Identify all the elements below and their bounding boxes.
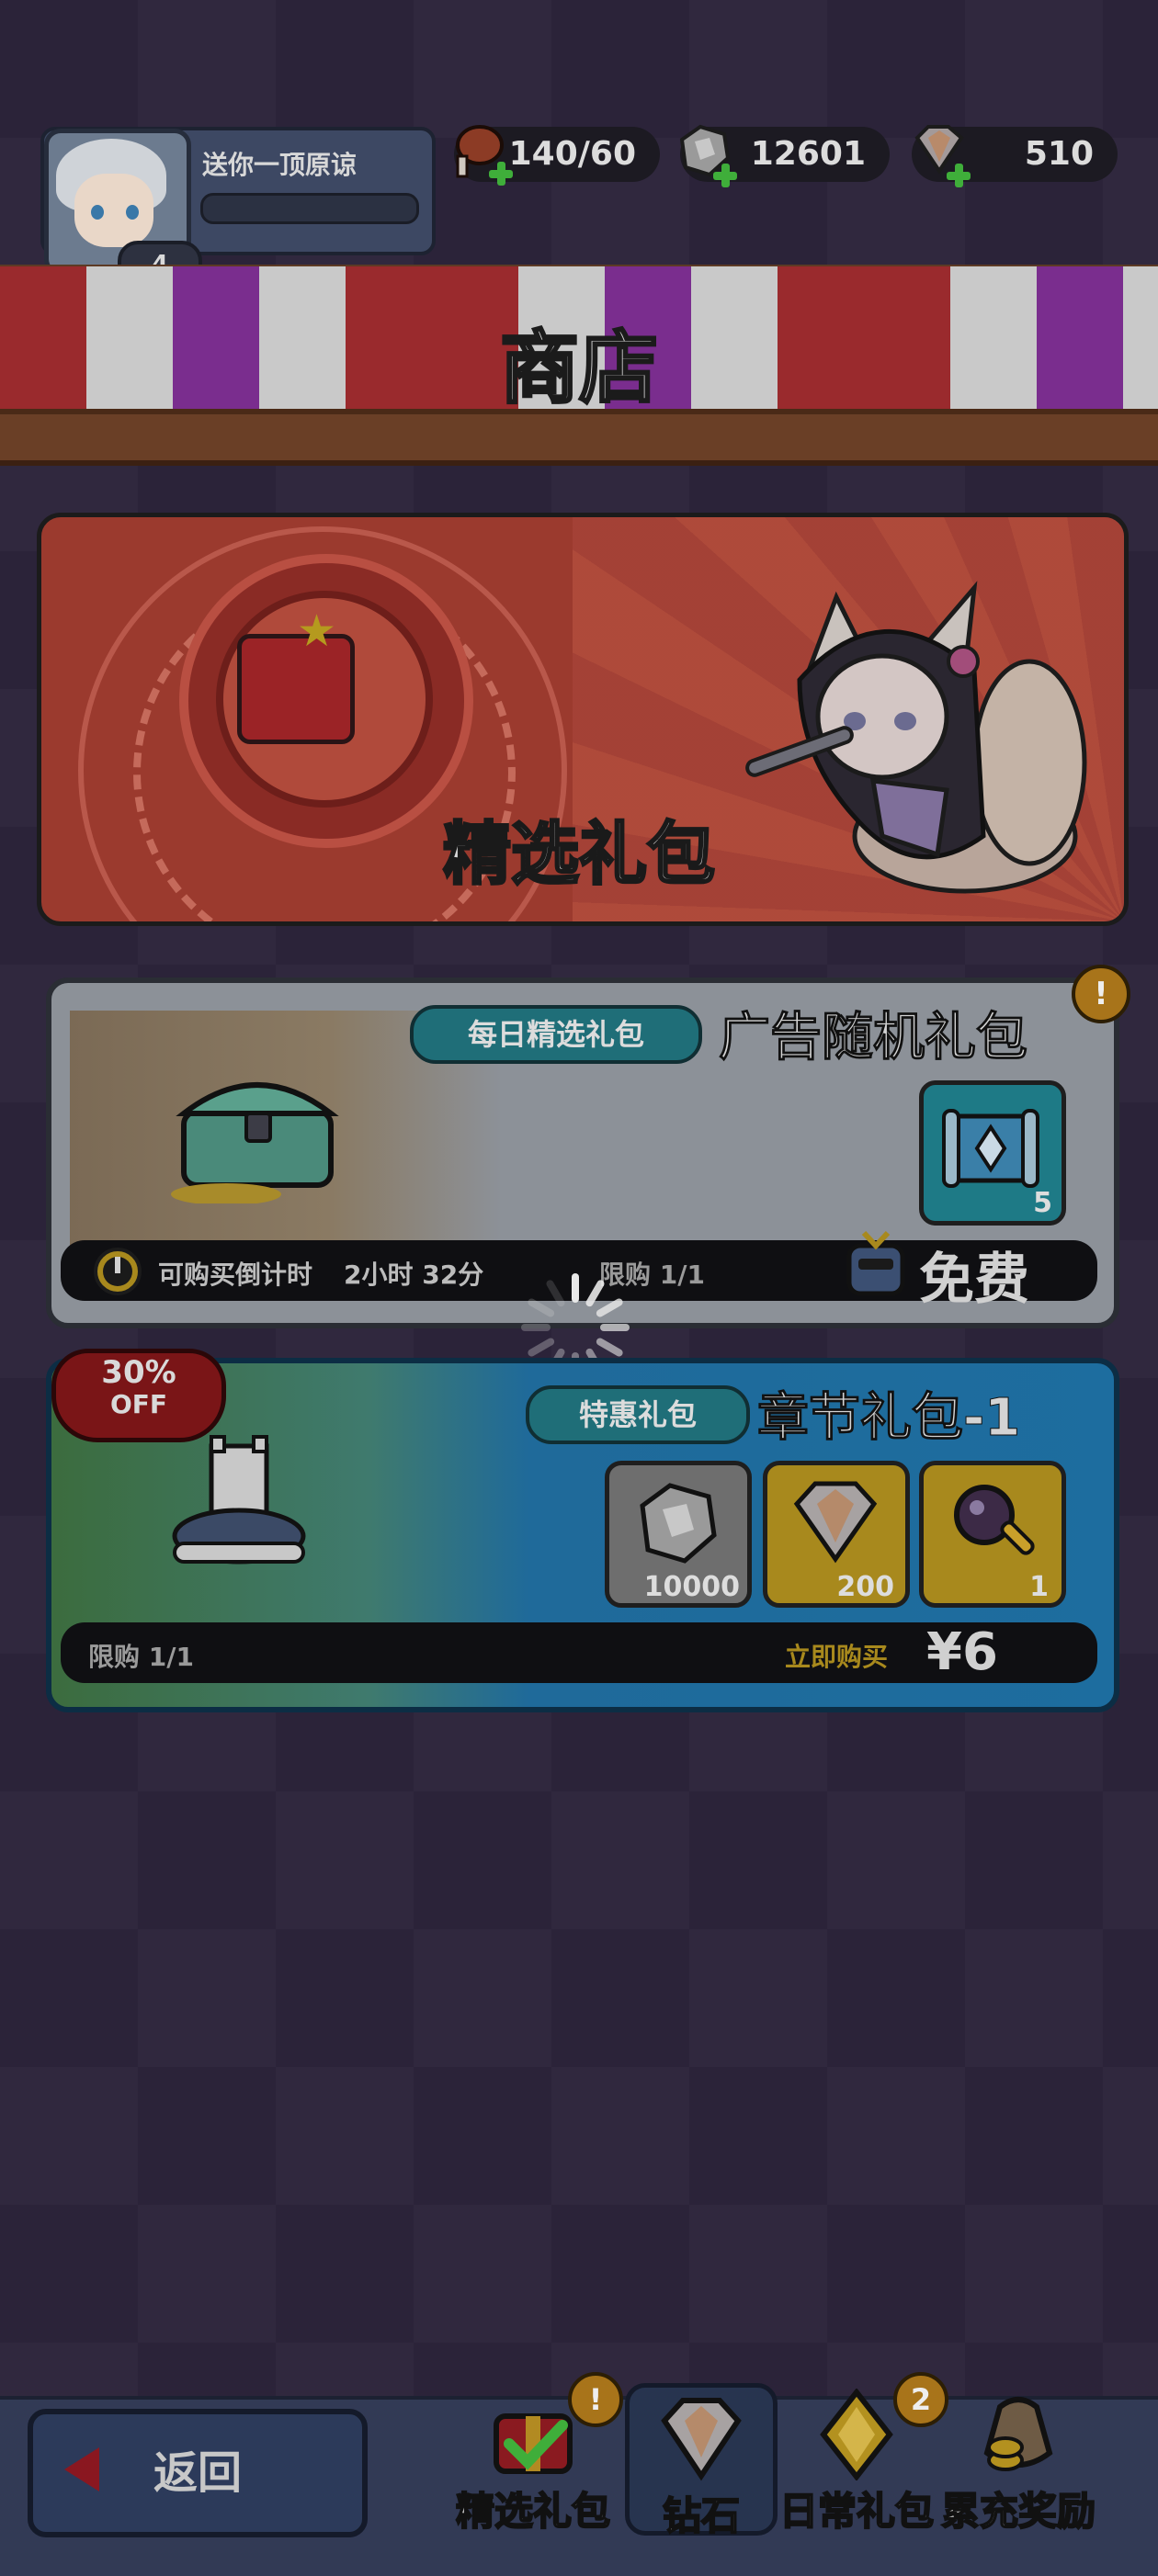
page-title: 商店 [499, 322, 660, 416]
buy-now-label[interactable]: 立即购买 [785, 1637, 888, 1674]
coin-bag-icon [983, 2397, 1053, 2471]
chapter-pack-title: 章节礼包-1 [756, 1388, 1021, 1449]
tab-cumulative-recharge-label: 累充奖励 [940, 2488, 1096, 2535]
chapter-item-diamond[interactable]: 200 [763, 1461, 910, 1608]
timer-icon [94, 1248, 142, 1295]
magnifier-key-icon [954, 1485, 1035, 1555]
back-button[interactable]: 返回 [28, 2409, 368, 2537]
silver-value: 12601 [750, 135, 866, 173]
diamond-count: 200 [836, 1571, 894, 1603]
player-name: 送你一顶原谅 [202, 150, 358, 180]
chapter-item-silver[interactable]: 10000 [605, 1461, 752, 1608]
gift-check-icon [494, 2413, 573, 2474]
ad-pack-free-button[interactable]: 免费 [919, 1235, 1029, 1315]
countdown-value: 2小时 32分 [344, 1260, 484, 1290]
tab-diamond[interactable]: 钻石 [625, 2383, 778, 2539]
magnifier-count: 1 [1029, 1571, 1049, 1603]
resource-meat[interactable]: 140/60 [454, 125, 660, 186]
meat-value: 140/60 [508, 135, 636, 173]
tab-cumulative-recharge[interactable]: 累充奖励 [940, 2383, 1096, 2535]
red-gift-chest-icon: ★ [237, 605, 355, 744]
discount-badge: 30% OFF [51, 1349, 226, 1442]
add-diamond-icon[interactable] [945, 162, 972, 189]
resource-diamond[interactable]: 510 [912, 125, 1118, 187]
diamond-icon [793, 1481, 878, 1564]
diamond-icon [661, 2398, 742, 2481]
ad-tv-icon [846, 1230, 905, 1296]
ad-pack-title: 广告随机礼包 [719, 1008, 1028, 1068]
back-label: 返回 [153, 2447, 242, 2499]
ad-pack-item-count: 5 [1033, 1187, 1052, 1219]
featured-tab-alert-badge: ! [568, 2372, 623, 2427]
special-pack-tag: 特惠礼包 [526, 1385, 750, 1444]
gold-diamond-icon [820, 2389, 893, 2480]
player-exp-bar [200, 193, 419, 224]
featured-pack-title: 精选礼包 [442, 814, 717, 896]
resource-silver[interactable]: 12601 [679, 124, 890, 187]
blueprint-scroll-icon [942, 1109, 1039, 1188]
diamond-value: 510 [1024, 135, 1094, 173]
chapter-pack-price-button[interactable]: ¥6 [926, 1622, 998, 1683]
tab-diamond-label: 钻石 [662, 2492, 741, 2539]
ad-pack-reward-item[interactable]: 5 [919, 1080, 1066, 1226]
chapter-pack-limit: 限购 1/1 [88, 1642, 194, 1672]
treasure-chest-icon [171, 1082, 339, 1203]
daily-tab-count-badge: 2 [893, 2372, 948, 2427]
tab-featured-pack-label: 精选礼包 [455, 2488, 611, 2535]
ad-pack-alert-badge: ! [1072, 965, 1130, 1023]
silver-count: 10000 [643, 1571, 740, 1603]
castle-tower-icon [172, 1435, 306, 1565]
chapter-item-magnifier[interactable]: 1 [919, 1461, 1066, 1608]
add-silver-icon[interactable] [711, 162, 739, 189]
daily-select-pack-tag: 每日精选礼包 [410, 1005, 702, 1064]
tab-daily-pack-label: 日常礼包 [778, 2488, 935, 2535]
countdown-label: 可购买倒计时 [158, 1260, 313, 1290]
silver-ore-icon [640, 1483, 717, 1564]
